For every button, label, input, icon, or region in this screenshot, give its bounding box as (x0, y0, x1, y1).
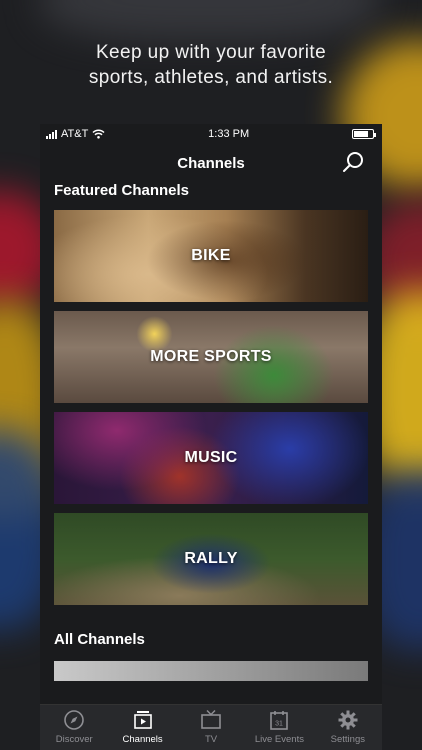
phone-screen: AT&T 1:33 PM Channels Featured Channels … (40, 124, 382, 750)
tab-label: Live Events (254, 734, 304, 745)
battery-icon (351, 129, 376, 139)
tab-live-events[interactable]: 31 Live Events (245, 705, 313, 750)
promo-tagline: Keep up with your favorite sports, athle… (0, 40, 422, 90)
channel-card-bike[interactable]: BIKE (54, 210, 368, 302)
tab-discover[interactable]: Discover (40, 705, 108, 750)
tab-label: Discover (55, 734, 93, 745)
tab-channels[interactable]: Channels (108, 705, 176, 750)
channel-label: BIKE (191, 247, 231, 264)
channel-card-music[interactable]: MUSIC (54, 412, 368, 504)
channels-icon (133, 711, 152, 729)
navigation-bar: Channels (40, 144, 382, 182)
channel-card-rally[interactable]: RALLY (54, 513, 368, 605)
tagline-line-1: Keep up with your favorite (95, 42, 327, 63)
tab-label: Channels (122, 734, 163, 745)
carrier-label: AT&T (61, 128, 89, 140)
search-icon[interactable] (340, 150, 366, 176)
channel-card-more-sports[interactable]: MORE SPORTS (54, 311, 368, 403)
channel-label: MORE SPORTS (150, 348, 272, 365)
tagline-line-2: sports, athletes, and artists. (88, 67, 334, 88)
tv-icon (201, 710, 221, 729)
tab-bar: Discover Channels TV 31 Live Events Sett… (40, 704, 382, 750)
all-channels-heading: All Channels (54, 631, 145, 648)
tab-tv[interactable]: TV (177, 705, 245, 750)
calendar-icon: 31 (270, 711, 289, 730)
page-title: Channels (177, 154, 245, 172)
featured-channels-heading: Featured Channels (54, 182, 190, 199)
calendar-day-text: 31 (276, 721, 284, 728)
signal-icon (46, 129, 57, 139)
compass-icon (64, 710, 85, 730)
channel-label: MUSIC (184, 449, 238, 466)
all-channels-card-peek[interactable] (54, 661, 368, 681)
tab-label: TV (204, 734, 218, 745)
channel-label: RALLY (184, 550, 238, 567)
gear-icon (338, 710, 358, 730)
status-bar: AT&T 1:33 PM (40, 124, 382, 144)
tab-settings[interactable]: Settings (314, 705, 382, 750)
clock-label: 1:33 PM (208, 128, 250, 140)
tab-label: Settings (330, 734, 365, 745)
wifi-icon (92, 129, 105, 139)
